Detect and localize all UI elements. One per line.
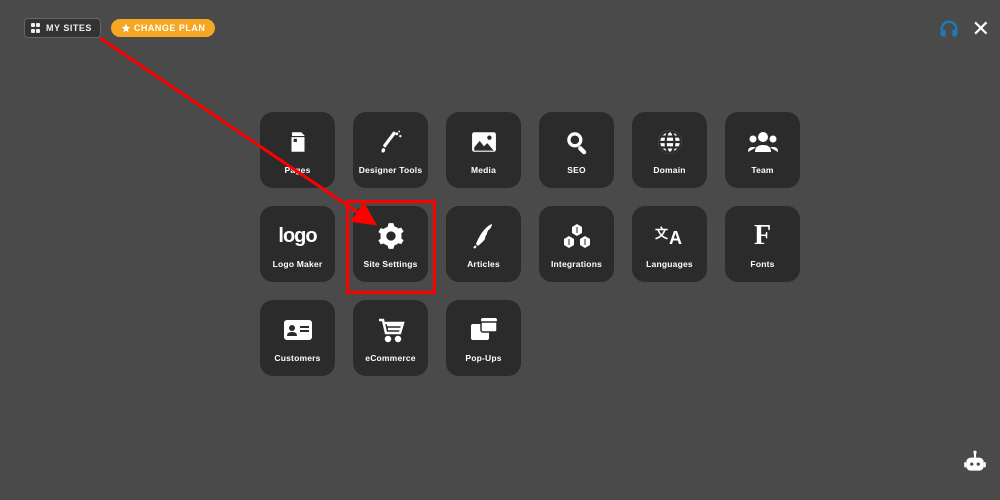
tile-label: Pages — [284, 165, 310, 175]
tile-designer-tools[interactable]: Designer Tools — [353, 112, 428, 188]
tile-label: Fonts — [750, 259, 774, 269]
star-icon — [121, 23, 131, 33]
tile-seo[interactable]: SEO — [539, 112, 614, 188]
tile-site-settings[interactable]: Site Settings — [353, 206, 428, 282]
change-plan-button[interactable]: CHANGE PLAN — [111, 19, 216, 37]
tile-popups[interactable]: Pop-Ups — [446, 300, 521, 376]
id-card-icon — [284, 313, 312, 347]
tile-label: Articles — [467, 259, 500, 269]
tile-label: Integrations — [551, 259, 602, 269]
tile-label: Pop-Ups — [465, 353, 501, 363]
tile-integrations[interactable]: Integrations — [539, 206, 614, 282]
change-plan-label: CHANGE PLAN — [134, 23, 206, 33]
cart-icon — [377, 313, 405, 347]
tile-pages[interactable]: Pages — [260, 112, 335, 188]
fonts-icon: F — [754, 219, 771, 253]
support-headphones-icon[interactable] — [938, 18, 960, 40]
search-icon — [564, 125, 590, 159]
dashboard-grid: Pages Designer Tools Media SEO Domain — [260, 112, 800, 376]
tile-fonts[interactable]: F Fonts — [725, 206, 800, 282]
boxes-icon — [563, 219, 591, 253]
pages-icon — [285, 125, 311, 159]
gear-icon — [377, 219, 405, 253]
chatbot-icon[interactable] — [962, 449, 988, 480]
globe-icon — [657, 125, 683, 159]
tile-label: Team — [751, 165, 773, 175]
tile-logo-maker[interactable]: logo Logo Maker — [260, 206, 335, 282]
tile-domain[interactable]: Domain — [632, 112, 707, 188]
tile-ecommerce[interactable]: eCommerce — [353, 300, 428, 376]
tile-label: Customers — [274, 353, 320, 363]
tile-label: Languages — [646, 259, 693, 269]
tile-media[interactable]: Media — [446, 112, 521, 188]
logo-icon: logo — [278, 219, 316, 253]
image-icon — [471, 125, 497, 159]
tile-label: Media — [471, 165, 496, 175]
feather-icon — [472, 219, 496, 253]
my-sites-label: MY SITES — [46, 23, 92, 33]
grid-icon — [31, 23, 41, 33]
popup-icon — [471, 313, 497, 347]
svg-text:A: A — [669, 228, 682, 248]
tile-label: Logo Maker — [273, 259, 323, 269]
tile-articles[interactable]: Articles — [446, 206, 521, 282]
tile-label: eCommerce — [365, 353, 415, 363]
tile-label: Domain — [653, 165, 685, 175]
svg-text:文: 文 — [655, 226, 669, 241]
tile-languages[interactable]: 文A Languages — [632, 206, 707, 282]
tile-label: SEO — [567, 165, 586, 175]
my-sites-button[interactable]: MY SITES — [24, 18, 101, 38]
tile-label: Designer Tools — [359, 165, 423, 175]
tile-customers[interactable]: Customers — [260, 300, 335, 376]
tile-team[interactable]: Team — [725, 112, 800, 188]
translate-icon: 文A — [655, 219, 685, 253]
close-icon[interactable]: ✕ — [972, 18, 990, 40]
tile-label: Site Settings — [363, 259, 417, 269]
team-icon — [748, 125, 778, 159]
paintbrush-icon — [377, 125, 405, 159]
